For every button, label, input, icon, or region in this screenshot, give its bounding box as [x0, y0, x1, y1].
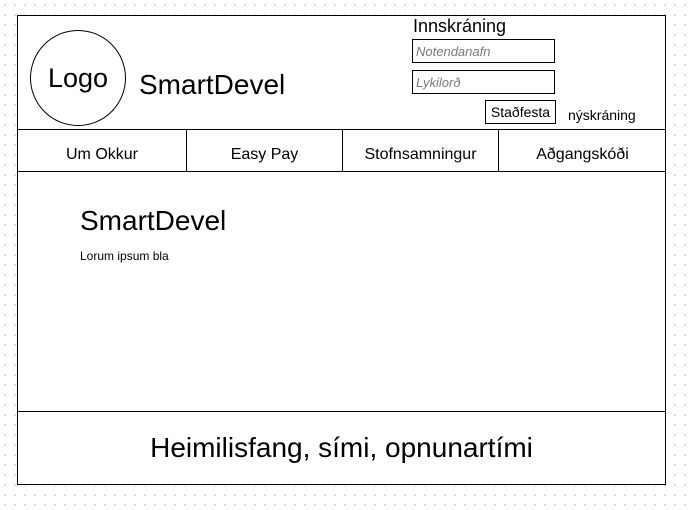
username-input[interactable]	[412, 39, 555, 63]
main-nav: Um Okkur Easy Pay Stofnsamningur Aðgangs…	[18, 130, 665, 172]
nav-item-adgangskodi[interactable]: Aðgangskóði	[499, 130, 666, 171]
content-text: Lorum ipsum bla	[80, 249, 169, 263]
footer: Heimilisfang, sími, opnunartími	[18, 412, 665, 484]
page-frame: Logo SmartDevel Innskráning Staðfesta ný…	[17, 15, 666, 485]
site-name: SmartDevel	[139, 69, 286, 100]
confirm-button[interactable]: Staðfesta	[485, 100, 556, 124]
login-title: Innskráning	[413, 16, 507, 36]
register-link[interactable]: nýskráning	[568, 107, 636, 123]
nav-item-stofnsamningur[interactable]: Stofnsamningur	[343, 130, 499, 171]
header: Logo SmartDevel Innskráning Staðfesta ný…	[18, 16, 665, 130]
nav-item-um-okkur[interactable]: Um Okkur	[18, 130, 187, 171]
password-input[interactable]	[412, 70, 555, 94]
logo-label: Logo	[47, 62, 109, 93]
logo[interactable]: Logo	[30, 30, 126, 126]
main-content: SmartDevel Lorum ipsum bla	[18, 172, 665, 412]
footer-text: Heimilisfang, sími, opnunartími	[150, 432, 533, 463]
content-title: SmartDevel	[80, 205, 227, 236]
nav-item-easy-pay[interactable]: Easy Pay	[187, 130, 343, 171]
